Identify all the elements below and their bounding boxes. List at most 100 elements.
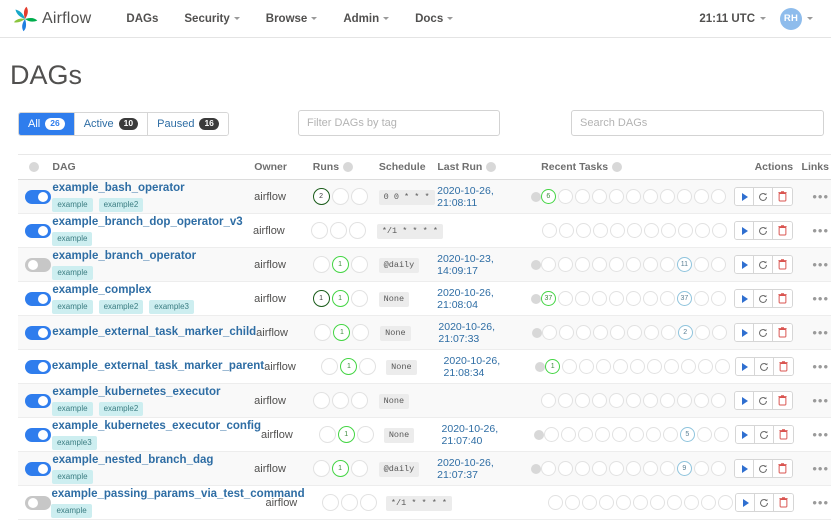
dag-name-link[interactable]: example_passing_params_via_test_command — [51, 487, 304, 501]
last-run-timestamp[interactable]: 2020-10-26, 21:08:34 — [444, 355, 532, 379]
delete-dag-button[interactable] — [773, 222, 793, 239]
links-menu-button[interactable]: ••• — [812, 291, 829, 306]
run-state-circle[interactable]: 2 — [312, 188, 330, 205]
filter-active-button[interactable]: Active 10 — [74, 113, 149, 135]
header-last-run-label[interactable]: Last Run — [437, 161, 482, 173]
dag-pause-toggle[interactable] — [25, 359, 51, 374]
refresh-dag-button[interactable] — [754, 358, 774, 375]
trigger-dag-button[interactable] — [735, 222, 755, 239]
header-dag[interactable]: DAG — [52, 161, 254, 173]
links-menu-button[interactable]: ••• — [812, 461, 829, 476]
task-state-circle[interactable]: 37 — [676, 291, 692, 306]
tag-filter-input[interactable]: Filter DAGs by tag — [298, 110, 500, 136]
nav-item-browse[interactable]: Browse — [253, 7, 331, 31]
dag-tag[interactable]: example — [51, 504, 92, 518]
info-icon[interactable] — [531, 327, 542, 338]
task-state-circle[interactable]: 5 — [679, 427, 695, 442]
info-icon[interactable] — [533, 429, 544, 440]
trigger-dag-button[interactable] — [735, 392, 755, 409]
run-state-circle[interactable]: 1 — [312, 290, 330, 307]
run-state-circle[interactable]: 1 — [333, 324, 351, 341]
header-owner[interactable]: Owner — [254, 161, 313, 173]
run-state-circle[interactable]: 1 — [331, 460, 349, 477]
dag-tag[interactable]: example — [52, 198, 93, 212]
task-state-circle[interactable]: 2 — [677, 325, 693, 340]
dag-name-link[interactable]: example_bash_operator — [52, 181, 254, 195]
last-run-timestamp[interactable]: 2020-10-26, 21:07:37 — [437, 457, 527, 481]
refresh-dag-button[interactable] — [754, 222, 774, 239]
links-menu-button[interactable]: ••• — [812, 495, 829, 510]
dag-pause-toggle[interactable] — [25, 495, 51, 510]
nav-item-security[interactable]: Security — [171, 7, 252, 31]
refresh-dag-button[interactable] — [754, 392, 774, 409]
run-state-circle[interactable]: 1 — [337, 426, 355, 443]
dag-name-link[interactable]: example_external_task_marker_parent — [52, 359, 264, 373]
delete-dag-button[interactable] — [774, 494, 794, 511]
last-run-timestamp[interactable]: 2020-10-26, 21:08:11 — [437, 185, 527, 209]
dag-tag[interactable]: example — [52, 300, 93, 314]
links-menu-button[interactable]: ••• — [812, 325, 829, 340]
dag-tag[interactable]: example2 — [98, 402, 144, 416]
task-state-circle[interactable]: 6 — [540, 189, 556, 204]
trigger-dag-button[interactable] — [735, 460, 755, 477]
trigger-dag-button[interactable] — [735, 426, 755, 443]
info-icon[interactable] — [530, 259, 541, 270]
delete-dag-button[interactable] — [773, 358, 793, 375]
info-icon[interactable] — [29, 162, 39, 172]
dag-name-link[interactable]: example_kubernetes_executor — [52, 385, 254, 399]
dag-tag[interactable]: example — [52, 266, 93, 280]
dag-pause-toggle[interactable] — [25, 257, 51, 272]
dag-pause-toggle[interactable] — [25, 325, 51, 340]
refresh-dag-button[interactable] — [754, 188, 774, 205]
run-state-circle[interactable]: 1 — [331, 256, 349, 273]
trigger-dag-button[interactable] — [735, 324, 755, 341]
links-menu-button[interactable]: ••• — [812, 427, 829, 442]
refresh-dag-button[interactable] — [754, 290, 774, 307]
nav-item-docs[interactable]: Docs — [402, 7, 466, 31]
dag-tag[interactable]: example2 — [98, 198, 144, 212]
brand-logo-link[interactable]: Airflow — [12, 6, 91, 32]
filter-all-button[interactable]: All 26 — [19, 113, 75, 135]
refresh-dag-button[interactable] — [754, 426, 774, 443]
nav-item-admin[interactable]: Admin — [330, 7, 402, 31]
delete-dag-button[interactable] — [773, 290, 793, 307]
refresh-dag-button[interactable] — [755, 494, 775, 511]
delete-dag-button[interactable] — [773, 392, 793, 409]
dag-tag[interactable]: example — [52, 470, 93, 484]
search-input[interactable]: Search DAGs — [571, 110, 824, 136]
refresh-dag-button[interactable] — [754, 460, 774, 477]
trigger-dag-button[interactable] — [735, 358, 755, 375]
delete-dag-button[interactable] — [773, 324, 793, 341]
delete-dag-button[interactable] — [773, 188, 793, 205]
dag-pause-toggle[interactable] — [25, 291, 51, 306]
timezone-selector[interactable]: 21:11 UTC — [699, 13, 766, 25]
dag-tag[interactable]: example3 — [51, 436, 97, 450]
links-menu-button[interactable]: ••• — [812, 257, 829, 272]
trigger-dag-button[interactable] — [735, 290, 755, 307]
delete-dag-button[interactable] — [773, 460, 793, 477]
last-run-timestamp[interactable]: 2020-10-26, 21:07:33 — [438, 321, 527, 345]
dag-name-link[interactable]: example_branch_operator — [52, 249, 254, 263]
links-menu-button[interactable]: ••• — [812, 189, 829, 204]
dag-tag[interactable]: example — [52, 402, 93, 416]
run-state-circle[interactable]: 1 — [331, 290, 349, 307]
last-run-timestamp[interactable]: 2020-10-26, 21:07:40 — [442, 423, 530, 447]
links-menu-button[interactable]: ••• — [812, 359, 829, 374]
dag-pause-toggle[interactable] — [25, 461, 51, 476]
task-state-circle[interactable]: 37 — [540, 291, 556, 306]
refresh-dag-button[interactable] — [754, 324, 774, 341]
dag-tag[interactable]: example — [52, 232, 93, 246]
info-icon[interactable] — [343, 162, 354, 172]
task-state-circle[interactable]: 11 — [676, 257, 692, 272]
info-icon[interactable] — [530, 191, 541, 202]
filter-paused-button[interactable]: Paused 16 — [148, 113, 228, 135]
nav-item-dags[interactable]: DAGs — [113, 7, 171, 31]
user-menu[interactable]: RH — [780, 7, 813, 30]
task-state-circle[interactable]: 1 — [545, 359, 561, 374]
dag-pause-toggle[interactable] — [25, 427, 51, 442]
dag-name-link[interactable]: example_external_task_marker_child — [52, 325, 256, 339]
info-icon[interactable] — [535, 361, 546, 372]
dag-name-link[interactable]: example_complex — [52, 283, 254, 297]
trigger-dag-button[interactable] — [736, 494, 756, 511]
header-schedule[interactable]: Schedule — [379, 161, 438, 173]
